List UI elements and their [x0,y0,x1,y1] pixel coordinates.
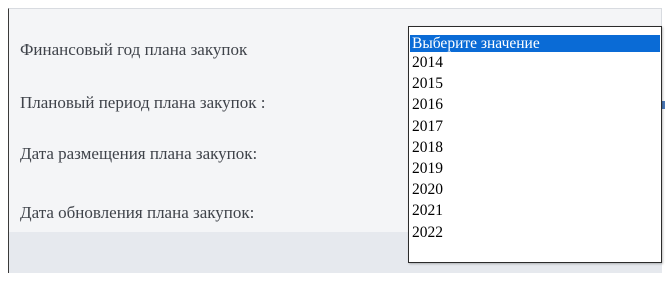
dropdown-option-2020[interactable]: 2020 [409,179,661,200]
dropdown-option-2016[interactable]: 2016 [409,94,661,115]
planning-period-label: Плановый период плана закупок : [20,93,266,112]
dropdown-option-2018[interactable]: 2018 [409,137,661,158]
dropdown-option-2014[interactable]: 2014 [409,52,661,73]
dropdown-option-2022[interactable]: 2022 [409,222,661,243]
clipped-control-edge [662,101,665,109]
dropdown-option-2017[interactable]: 2017 [409,116,661,137]
dropdown-option-2019[interactable]: 2019 [409,158,661,179]
fiscal-year-label: Финансовый год плана закупок [20,40,248,59]
fiscal-year-dropdown-list[interactable]: Выберите значение 2014 2015 2016 2017 20… [408,26,662,263]
dropdown-option-placeholder[interactable]: Выберите значение [410,35,660,52]
dropdown-option-2021[interactable]: 2021 [409,200,661,221]
publish-date-label: Дата размещения плана закупок: [20,144,258,163]
update-date-label: Дата обновления плана закупок: [20,203,255,222]
dropdown-option-2015[interactable]: 2015 [409,73,661,94]
